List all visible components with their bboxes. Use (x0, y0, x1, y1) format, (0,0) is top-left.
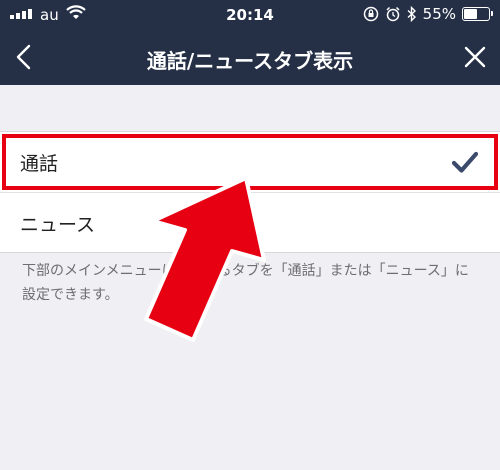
alarm-icon (386, 6, 400, 22)
description-text: 下部のメインメニューに表示するタブを「通話」または「ニュース」に設定できます。 (22, 263, 469, 303)
option-call[interactable]: 通話 (0, 132, 500, 192)
status-bar: au 20:14 55% (0, 0, 500, 30)
header-bar: au 20:14 55% 通話/ニュースタブ表示 (0, 0, 500, 85)
battery-percent: 55% (422, 5, 456, 23)
option-call-label: 通話 (20, 153, 59, 175)
bluetooth-icon (407, 6, 416, 22)
close-button[interactable] (460, 42, 490, 72)
nav-bar: 通話/ニュースタブ表示 (0, 30, 500, 85)
battery-icon (462, 7, 493, 21)
option-news[interactable]: ニュース (0, 192, 500, 252)
battery-fill (464, 9, 478, 19)
page-title: 通話/ニュースタブ表示 (146, 49, 354, 73)
checkmark-icon (452, 151, 478, 173)
tab-option-list: 通話 ニュース (0, 131, 500, 253)
rotation-lock-icon (363, 6, 378, 22)
option-news-label: ニュース (20, 214, 96, 236)
